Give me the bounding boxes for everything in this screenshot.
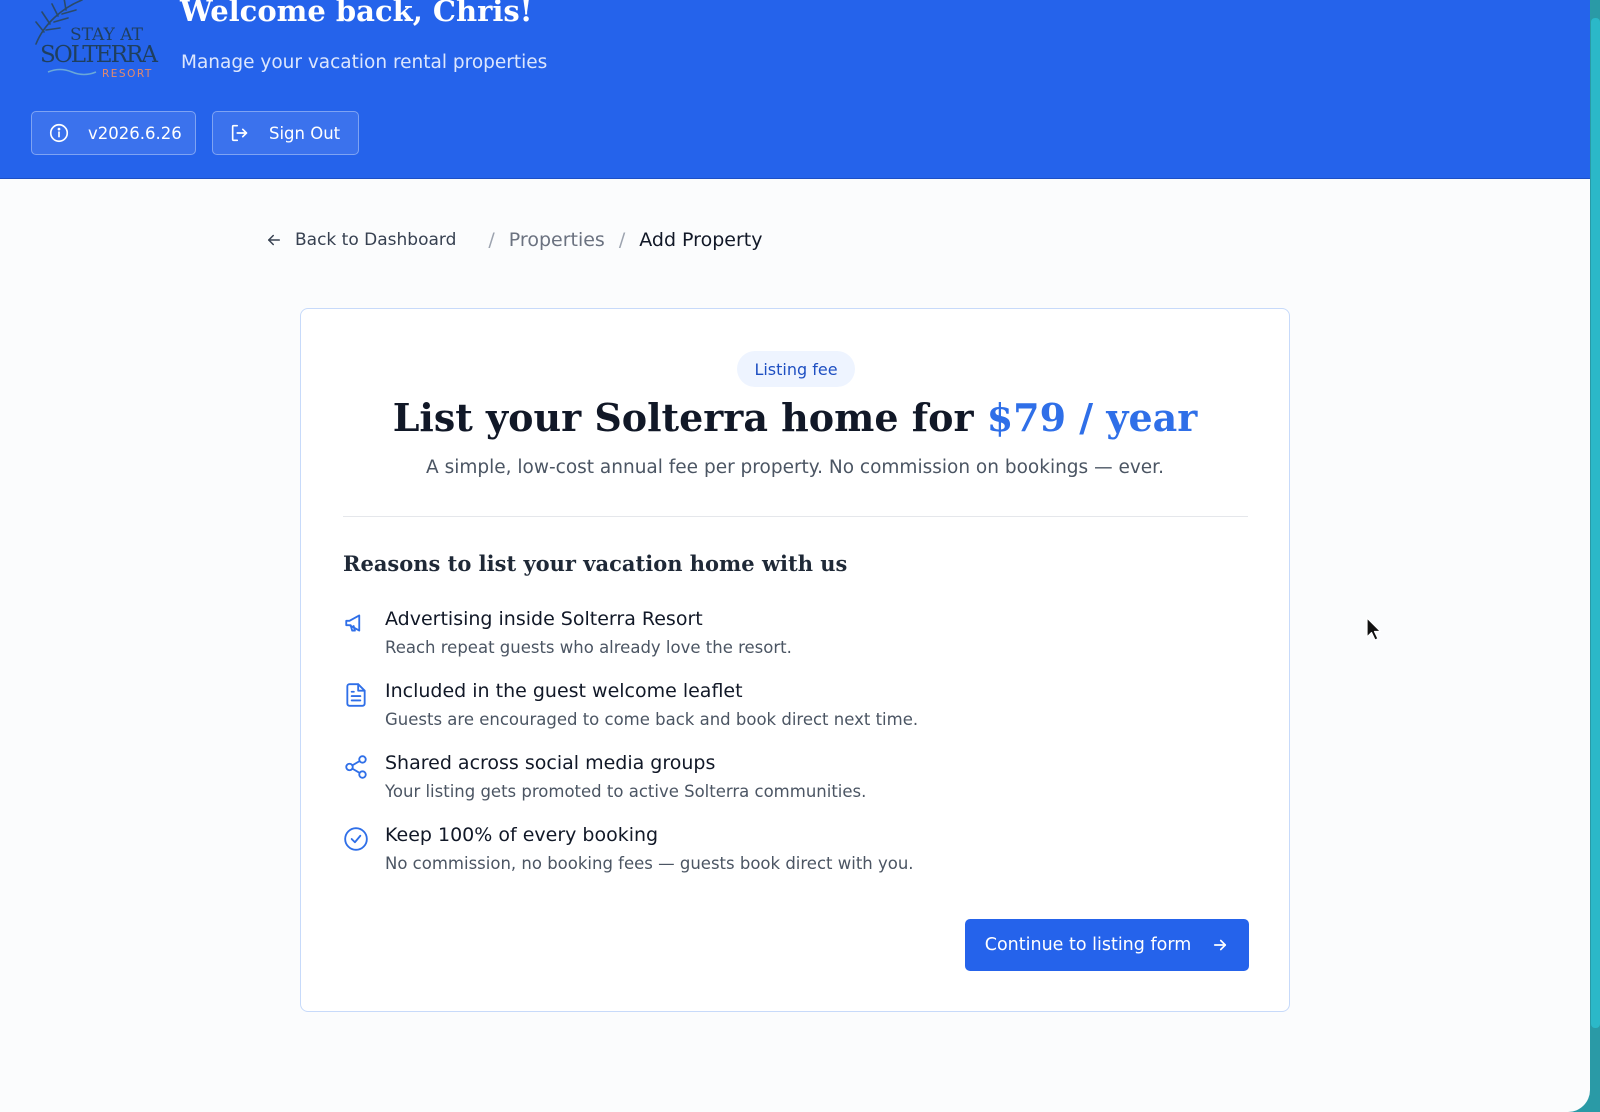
reasons-title: Reasons to list your vacation home with …: [343, 551, 848, 576]
benefit-description: Guests are encouraged to come back and b…: [385, 710, 919, 729]
breadcrumb-separator: /: [618, 229, 626, 251]
arrow-left-icon: [268, 234, 280, 246]
mouse-cursor-icon: [1366, 617, 1382, 641]
continue-to-listing-form-button[interactable]: Continue to listing form: [965, 919, 1249, 971]
svg-text:RESORT: RESORT: [102, 68, 153, 80]
header-bar: STAY AT SOLTERRA RESORT Welcome back, Ch…: [0, 0, 1590, 179]
sign-out-icon: [229, 122, 251, 144]
sign-out-button[interactable]: Sign Out: [212, 111, 359, 155]
page-scrollbar[interactable]: [1591, 18, 1600, 1028]
benefit-description: No commission, no booking fees — guests …: [385, 854, 914, 873]
share-icon: [345, 755, 367, 779]
back-label: Back to Dashboard: [295, 230, 457, 250]
headline-text: List your Solterra home for: [392, 395, 974, 440]
benefit-title: Advertising inside Solterra Resort: [385, 608, 703, 630]
document-icon: [346, 683, 366, 707]
benefit-title: Included in the guest welcome leaflet: [385, 680, 743, 702]
benefit-title: Shared across social media groups: [385, 752, 716, 774]
card-divider: [343, 516, 1248, 517]
welcome-heading: Welcome back, Chris!: [180, 0, 533, 28]
check-circle-icon: [344, 827, 368, 851]
breadcrumb-separator: /: [488, 229, 495, 251]
card-tagline: A simple, low-cost annual fee per proper…: [426, 457, 1164, 478]
sign-out-label: Sign Out: [269, 123, 341, 143]
info-icon: [48, 122, 70, 144]
listing-fee-badge: Listing fee: [737, 351, 855, 387]
megaphone-icon: [345, 614, 361, 632]
listing-fee-card: Listing fee List your Solterra home for …: [300, 308, 1290, 1012]
benefit-description: Your listing gets promoted to active Sol…: [385, 782, 867, 801]
version-button[interactable]: v2026.6.26: [31, 111, 196, 155]
svg-text:SOLTERRA: SOLTERRA: [40, 42, 158, 68]
header-subtitle: Manage your vacation rental properties: [181, 52, 548, 73]
back-to-dashboard-link[interactable]: Back to Dashboard: [265, 230, 456, 250]
benefit-description: Reach repeat guests who already love the…: [385, 638, 792, 657]
breadcrumb-current: Add Property: [639, 229, 763, 251]
breadcrumb-properties[interactable]: Properties: [509, 229, 605, 251]
version-label: v2026.6.26: [88, 123, 182, 143]
card-headline: List your Solterra home for $79 / year: [301, 395, 1289, 440]
solterra-logo: STAY AT SOLTERRA RESORT: [35, 0, 158, 80]
breadcrumb: Back to Dashboard / Properties / Add Pro…: [265, 229, 762, 251]
app-window: STAY AT SOLTERRA RESORT Welcome back, Ch…: [0, 0, 1590, 1112]
benefit-title: Keep 100% of every booking: [385, 824, 659, 846]
arrow-right-icon: [1214, 939, 1227, 951]
headline-price: $79 / year: [986, 395, 1198, 440]
cta-label: Continue to listing form: [984, 935, 1192, 955]
